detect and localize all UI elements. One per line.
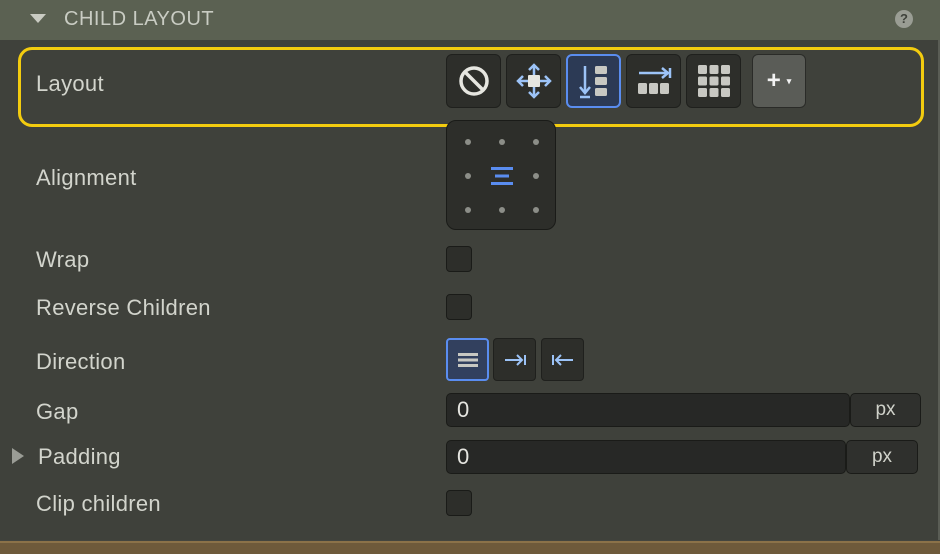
align-bottom-right[interactable] (533, 207, 539, 213)
arrow-right-icon (504, 353, 526, 366)
alignment-grid[interactable] (446, 120, 556, 230)
clip-children-label: Clip children (36, 491, 161, 516)
vertical-stack-icon (578, 66, 607, 99)
layout-none-button[interactable] (446, 54, 501, 108)
padding-input[interactable]: 0 (446, 440, 846, 474)
next-section-edge (0, 541, 940, 554)
align-middle-right[interactable] (533, 173, 539, 179)
dropdown-caret-icon: ▾ (786, 75, 792, 86)
collapse-triangle-icon[interactable] (30, 14, 46, 23)
wrap-label: Wrap (36, 247, 90, 272)
section-title: CHILD LAYOUT (64, 8, 215, 30)
padding-expand-icon[interactable] (12, 448, 24, 464)
layout-label: Layout (36, 71, 104, 96)
padding-unit-selector[interactable]: px (846, 440, 918, 474)
direction-left-button[interactable] (541, 338, 584, 381)
free-move-icon (515, 63, 552, 99)
none-icon (458, 66, 489, 96)
align-bottom-left[interactable] (465, 207, 471, 213)
direction-label: Direction (36, 349, 126, 374)
wrap-checkbox[interactable] (446, 246, 472, 272)
horizontal-stack-icon (637, 67, 671, 94)
align-top-right[interactable] (533, 139, 539, 145)
direction-right-button[interactable] (493, 338, 536, 381)
arrow-left-icon (551, 353, 573, 366)
section-header[interactable]: CHILD LAYOUT ? (0, 0, 940, 40)
layout-vertical-button[interactable] (566, 54, 621, 108)
help-icon[interactable]: ? (895, 10, 913, 28)
reverse-children-label: Reverse Children (36, 295, 211, 320)
layout-grid-button[interactable] (686, 54, 741, 108)
align-bottom-center[interactable] (499, 207, 505, 213)
alignment-label: Alignment (36, 165, 137, 190)
gap-unit-selector[interactable]: px (850, 393, 921, 427)
reverse-children-checkbox[interactable] (446, 294, 472, 320)
gap-input[interactable]: 0 (446, 393, 850, 427)
align-middle-left[interactable] (465, 173, 471, 179)
grid-icon (697, 65, 730, 97)
align-center-icon[interactable] (489, 165, 515, 187)
direction-stack-button[interactable] (446, 338, 489, 381)
stack-lines-icon (457, 352, 478, 367)
padding-label: Padding (38, 444, 121, 469)
layout-horizontal-button[interactable] (626, 54, 681, 108)
align-top-center[interactable] (499, 139, 505, 145)
layout-free-button[interactable] (506, 54, 561, 108)
clip-children-checkbox[interactable] (446, 490, 472, 516)
align-top-left[interactable] (465, 139, 471, 145)
plus-icon: + (766, 67, 781, 94)
gap-label: Gap (36, 399, 79, 424)
add-layout-dropdown-button[interactable]: + ▾ (752, 54, 806, 108)
